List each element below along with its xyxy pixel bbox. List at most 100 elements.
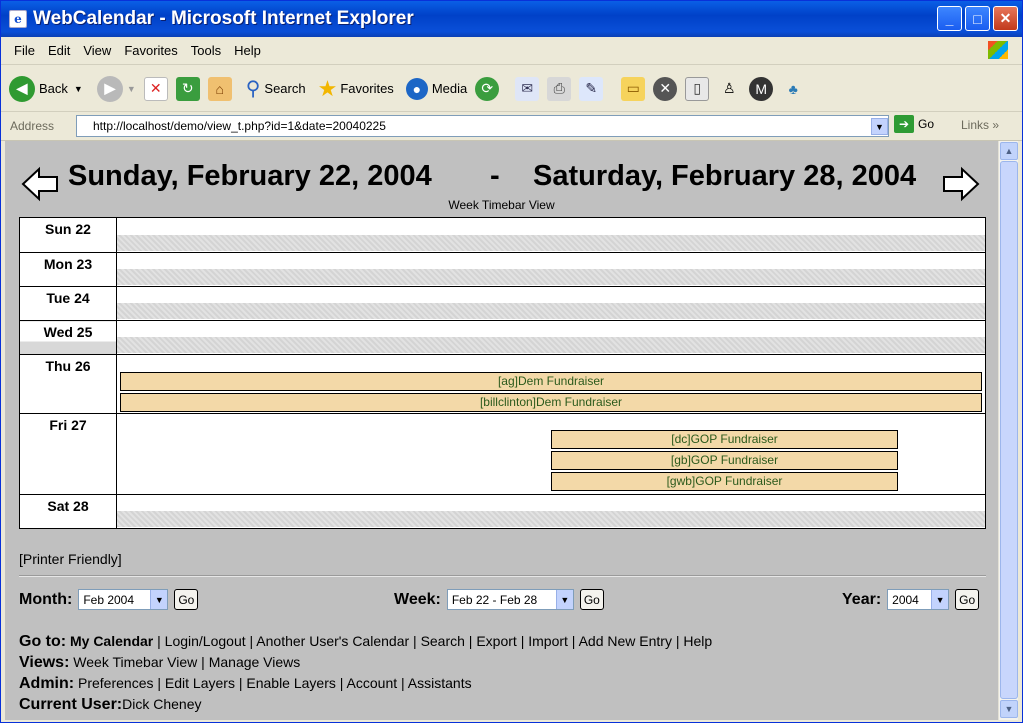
table-row: Mon 23: [19, 252, 986, 287]
research-icon[interactable]: ▯: [685, 76, 710, 101]
day-track-wed[interactable]: [116, 320, 986, 355]
event-bar[interactable]: [billclinton]Dem Fundraiser: [120, 393, 982, 412]
year-select[interactable]: 2004 ▼: [887, 589, 950, 610]
month-label: Month:: [19, 590, 73, 608]
day-track-thu[interactable]: [ag]Dem Fundraiser [billclinton]Dem Fund…: [116, 354, 986, 414]
search-icon: ⚲: [245, 78, 261, 100]
event-bar[interactable]: [dc]GOP Fundraiser: [551, 430, 898, 449]
day-track-sat[interactable]: [116, 494, 986, 529]
day-label-sat: Sat 28: [19, 494, 117, 529]
week-value: Feb 22 - Feb 28: [451, 592, 538, 607]
maximize-icon: □: [973, 10, 982, 27]
address-label: Address: [10, 119, 55, 133]
week-timebar-view-link[interactable]: Week Timebar View: [73, 654, 197, 670]
back-button[interactable]: ◀ Back ▼: [9, 75, 83, 102]
export-link[interactable]: Export: [476, 633, 516, 649]
my-calendar-link[interactable]: My Calendar: [70, 633, 153, 649]
help-link[interactable]: Help: [683, 633, 712, 649]
menu-view[interactable]: View: [83, 43, 111, 58]
refresh-icon[interactable]: ↻: [175, 76, 200, 101]
week-timebar-table: Sun 22 Mon 23 Tue 24 Wed 25 Thu 26 [ag]D…: [19, 217, 986, 529]
go-button[interactable]: ➔ Go: [894, 115, 934, 133]
timebar-stripe: [117, 337, 985, 353]
mail-icon[interactable]: ✉: [515, 76, 540, 101]
day-label-mon: Mon 23: [19, 252, 117, 287]
another-users-calendar-link[interactable]: Another User's Calendar: [256, 633, 409, 649]
title-bar[interactable]: e WebCalendar - Microsoft Internet Explo…: [1, 1, 1022, 37]
links-button[interactable]: Links »: [961, 118, 999, 132]
print-icon[interactable]: ⎙: [547, 76, 572, 101]
day-track-sun[interactable]: [116, 217, 986, 253]
chevron-down-icon: ▼: [150, 590, 168, 609]
current-user-label: Current User:: [19, 696, 123, 713]
printer-friendly-link[interactable]: [Printer Friendly]: [19, 551, 122, 567]
day-track-tue[interactable]: [116, 286, 986, 321]
favorites-label: Favorites: [340, 81, 394, 96]
menu-help[interactable]: Help: [234, 43, 261, 58]
menu-tools[interactable]: Tools: [191, 43, 221, 58]
chevron-down-icon[interactable]: ▼: [127, 84, 136, 94]
vertical-scrollbar[interactable]: ▲ ▼: [998, 141, 1018, 720]
links-label: Links: [961, 118, 990, 132]
next-week-arrow-icon[interactable]: [942, 166, 980, 202]
favorites-button[interactable]: ★ Favorites: [318, 76, 394, 102]
event-bar[interactable]: [gb]GOP Fundraiser: [551, 451, 898, 470]
m-icon[interactable]: M: [749, 76, 774, 101]
forward-button[interactable]: ▶ ▼: [91, 75, 136, 102]
menu-edit[interactable]: Edit: [48, 43, 70, 58]
week-select[interactable]: Feb 22 - Feb 28 ▼: [446, 589, 574, 610]
date-separator: -: [490, 160, 500, 192]
folder-icon[interactable]: ▭: [621, 76, 646, 101]
event-bar[interactable]: [gwb]GOP Fundraiser: [551, 472, 898, 491]
event-bar[interactable]: [ag]Dem Fundraiser: [120, 372, 982, 391]
enable-layers-link[interactable]: Enable Layers: [246, 675, 336, 691]
menu-favorites[interactable]: Favorites: [124, 43, 177, 58]
account-link[interactable]: Account: [347, 675, 398, 691]
add-new-entry-link[interactable]: Add New Entry: [579, 633, 672, 649]
browser-window: e WebCalendar - Microsoft Internet Explo…: [0, 0, 1023, 723]
manage-views-link[interactable]: Manage Views: [209, 654, 301, 670]
scroll-up-icon[interactable]: ▲: [1000, 142, 1018, 160]
day-track-fri[interactable]: [dc]GOP Fundraiser [gb]GOP Fundraiser [g…: [116, 413, 986, 495]
month-go-button[interactable]: Go: [174, 589, 199, 610]
admin-row: Admin: Preferences | Edit Layers | Enabl…: [19, 675, 472, 692]
year-go-button[interactable]: Go: [955, 589, 980, 610]
import-link[interactable]: Import: [528, 633, 568, 649]
preferences-link[interactable]: Preferences: [78, 675, 153, 691]
previous-week-arrow-icon[interactable]: [21, 166, 59, 202]
home-icon[interactable]: ⌂: [207, 76, 232, 101]
end-date: Saturday, February 28, 2004: [533, 160, 917, 192]
day-label-wed: Wed 25: [19, 320, 117, 355]
day-track-mon[interactable]: [116, 252, 986, 287]
maximize-button[interactable]: □: [965, 6, 990, 31]
search-link[interactable]: Search: [421, 633, 465, 649]
edit-layers-link[interactable]: Edit Layers: [165, 675, 235, 691]
login-logout-link[interactable]: Login/Logout: [165, 633, 246, 649]
assistants-link[interactable]: Assistants: [408, 675, 472, 691]
media-icon: ●: [405, 77, 428, 100]
menu-file[interactable]: File: [14, 43, 35, 58]
scroll-thumb[interactable]: [1000, 161, 1018, 699]
minimize-button[interactable]: _: [937, 6, 962, 31]
minimize-icon: _: [945, 10, 954, 27]
chevron-down-icon[interactable]: ▼: [74, 84, 83, 94]
history-icon[interactable]: ⟳: [475, 76, 500, 101]
week-go-button[interactable]: Go: [579, 589, 604, 610]
users-icon[interactable]: ♣: [781, 77, 805, 101]
person-icon[interactable]: ♙: [717, 77, 741, 101]
address-input[interactable]: http://localhost/demo/view_t.php?id=1&da…: [76, 115, 889, 137]
chevron-down-icon[interactable]: ▼: [871, 118, 888, 135]
table-row: Sun 22: [19, 217, 986, 253]
divider: [19, 575, 986, 577]
media-button[interactable]: ● Media: [405, 77, 467, 100]
messenger-icon[interactable]: ✕: [653, 76, 678, 101]
admin-label: Admin:: [19, 675, 75, 692]
stop-icon[interactable]: ✕: [143, 76, 168, 101]
search-button[interactable]: ⚲ Search: [246, 76, 306, 101]
year-value: 2004: [892, 592, 919, 607]
month-select[interactable]: Feb 2004 ▼: [78, 589, 169, 610]
close-button[interactable]: ✕: [993, 6, 1018, 31]
edit-icon[interactable]: ✎: [579, 76, 604, 101]
page-content: Sunday, February 22, 2004 - Saturday, Fe…: [5, 141, 998, 720]
scroll-down-icon[interactable]: ▼: [1000, 700, 1018, 718]
